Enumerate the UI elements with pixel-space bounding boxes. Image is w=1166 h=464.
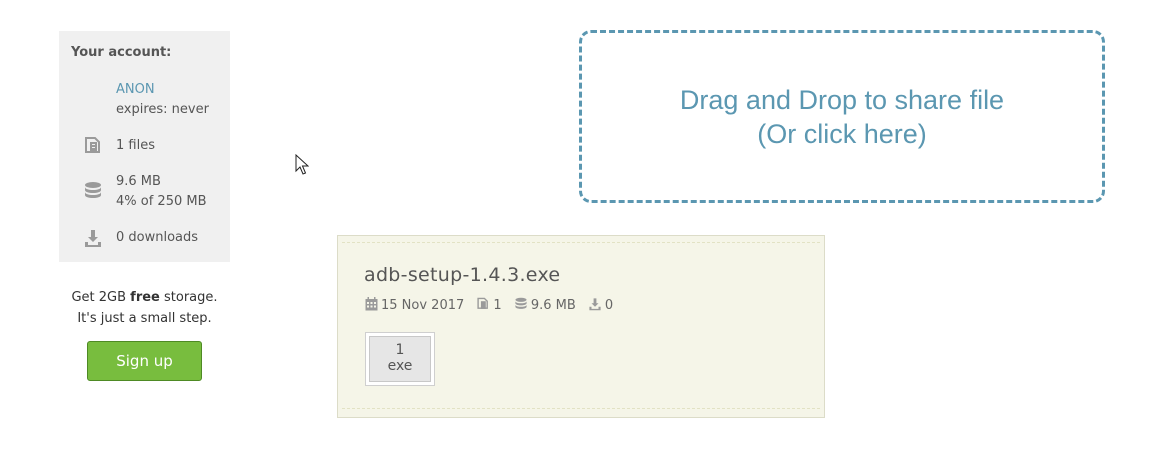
file-downloads: 0 bbox=[588, 296, 613, 316]
account-storage-percent: 4% of 250 MB bbox=[116, 194, 207, 209]
promo-line-1: Get 2GB free storage. bbox=[59, 287, 230, 308]
file-date-text: 15 Nov 2017 bbox=[381, 298, 465, 313]
dropzone-primary-text: Drag and Drop to share file bbox=[679, 85, 1005, 115]
account-expires: expires: never bbox=[116, 102, 209, 117]
signup-promo: Get 2GB free storage. It's just a small … bbox=[59, 287, 230, 329]
mouse-cursor-icon bbox=[295, 154, 309, 175]
account-name[interactable]: ANON bbox=[116, 80, 209, 100]
file-card[interactable]: adb-setup-1.4.3.exe 15 Nov 2017 1 9.6 MB… bbox=[337, 235, 825, 418]
account-downloads: 0 downloads bbox=[116, 230, 199, 245]
database-icon bbox=[515, 297, 527, 309]
download-icon bbox=[589, 298, 601, 311]
file-date: 15 Nov 2017 bbox=[365, 296, 464, 316]
files-icon bbox=[85, 137, 100, 153]
account-panel: Your account: ANON expires: never 1 file… bbox=[59, 31, 230, 262]
promo-free-text: free bbox=[130, 290, 160, 305]
calendar-icon bbox=[365, 297, 378, 311]
account-heading: Your account: bbox=[71, 45, 172, 60]
file-count: 1 bbox=[476, 296, 502, 316]
signup-button[interactable]: Sign up bbox=[87, 341, 202, 381]
card-divider-bottom bbox=[342, 408, 820, 409]
promo-text-suffix: storage. bbox=[159, 290, 218, 305]
file-name[interactable]: adb-setup-1.4.3.exe bbox=[364, 264, 560, 286]
account-storage-size: 9.6 MB bbox=[116, 174, 161, 189]
promo-text: Get 2GB bbox=[71, 290, 131, 305]
file-count-text: 1 bbox=[493, 298, 502, 313]
database-icon bbox=[85, 182, 101, 198]
card-divider-top bbox=[342, 242, 820, 243]
thumbnail-count: 1 bbox=[395, 342, 405, 358]
account-files: 1 files bbox=[116, 138, 155, 153]
thumbnail-extension: exe bbox=[387, 358, 413, 374]
dropzone-secondary-text: (Or click here) bbox=[757, 119, 927, 149]
file-thumbnail[interactable]: 1 exe bbox=[365, 332, 435, 386]
file-size-text: 9.6 MB bbox=[530, 298, 576, 313]
download-icon bbox=[85, 230, 101, 247]
file-meta: 15 Nov 2017 1 9.6 MB 0 bbox=[365, 296, 621, 316]
file-size: 9.6 MB bbox=[514, 296, 576, 316]
file-dropzone[interactable]: Drag and Drop to share file (Or click he… bbox=[579, 30, 1105, 203]
file-downloads-text: 0 bbox=[604, 298, 614, 313]
file-thumbnail-label: 1 exe bbox=[369, 336, 431, 382]
files-icon bbox=[477, 297, 489, 309]
promo-line-2: It's just a small step. bbox=[77, 311, 212, 326]
